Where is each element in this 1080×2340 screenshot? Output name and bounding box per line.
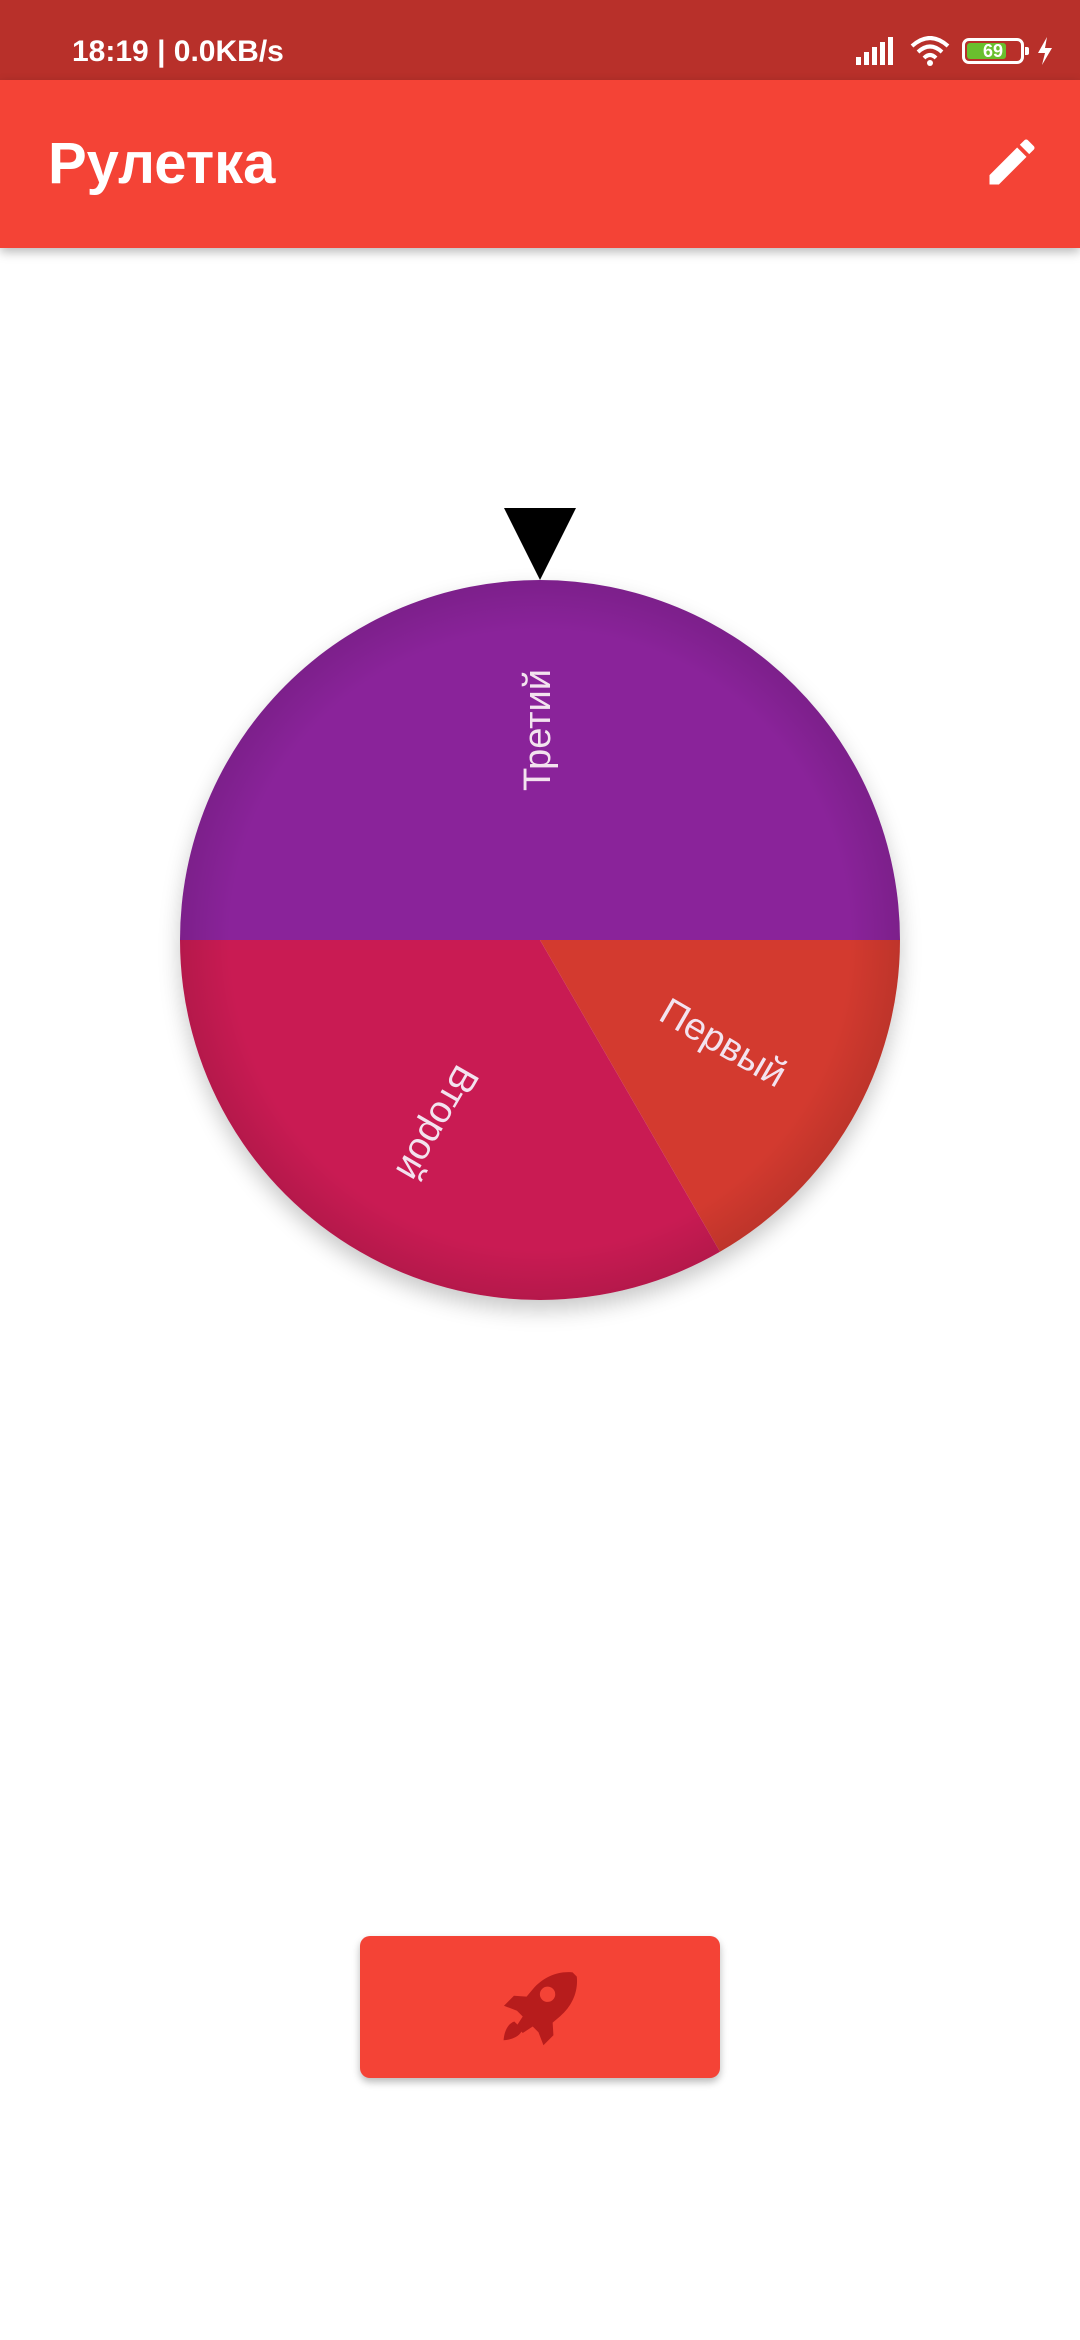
status-time: 18:19 | 0.0KB/s bbox=[72, 35, 284, 68]
app-bar: Рулетка bbox=[0, 80, 1080, 248]
pointer-triangle-icon bbox=[504, 508, 576, 580]
edit-pencil-icon bbox=[982, 132, 1042, 197]
page-title: Рулетка bbox=[48, 131, 276, 196]
edit-button[interactable] bbox=[968, 120, 1056, 208]
status-bar: 18:19 | 0.0KB/s 69 bbox=[0, 0, 1080, 80]
wheel-label-third: Третий bbox=[517, 669, 559, 791]
signal-icon bbox=[856, 37, 898, 65]
rocket-icon bbox=[494, 1959, 586, 2056]
status-icons: 69 bbox=[856, 28, 1054, 74]
roulette-wheel[interactable]: Первый Второй Третий bbox=[180, 580, 900, 1300]
charging-icon bbox=[1036, 37, 1054, 65]
spin-button[interactable] bbox=[360, 1936, 720, 2078]
wifi-icon bbox=[910, 36, 950, 66]
battery-level: 69 bbox=[982, 41, 1004, 61]
battery-icon: 69 bbox=[962, 38, 1029, 64]
